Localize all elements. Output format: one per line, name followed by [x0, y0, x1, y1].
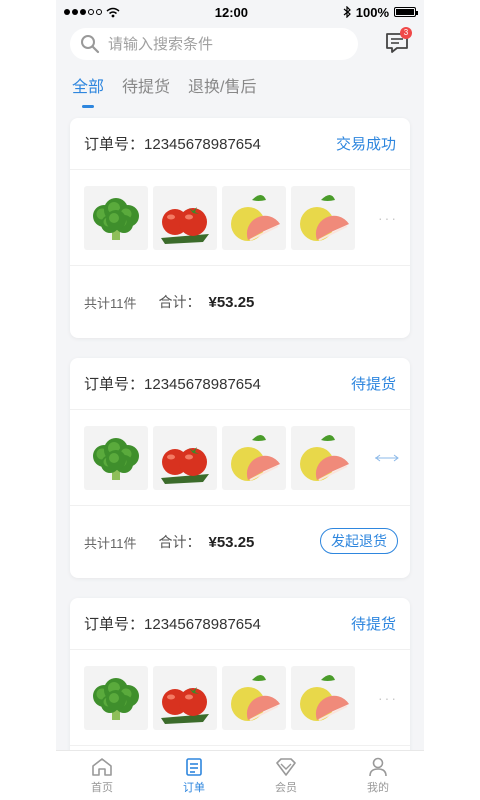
- broccoli-illustration: [93, 437, 139, 480]
- broccoli-illustration: [93, 197, 139, 240]
- tomato-illustration: [161, 686, 209, 724]
- order-footer: 共计11件 合计： ¥53.25: [70, 266, 410, 338]
- nav-label: 会员: [275, 781, 297, 794]
- order-status: 待提货: [350, 376, 396, 393]
- nav-member[interactable]: 会员: [240, 751, 332, 800]
- pomelo-illustration: [231, 194, 280, 241]
- pomelo-illustration: [231, 674, 280, 721]
- product-thumbnails[interactable]: ···: [70, 170, 410, 266]
- order-number: 订单号：12345678987654: [84, 376, 261, 393]
- product-image-broccoli[interactable]: [84, 185, 148, 250]
- order-tabs: 全部 待提货 退换/售后: [56, 72, 424, 112]
- order-status: 交易成功: [335, 136, 396, 153]
- search-icon: [81, 35, 100, 54]
- nav-profile[interactable]: 我的: [332, 751, 424, 800]
- pomelo-illustration: [231, 434, 280, 481]
- total-amount: ¥53.25: [208, 293, 255, 311]
- broccoli-illustration: [93, 677, 139, 720]
- more-products-icon[interactable]: ···: [378, 690, 398, 706]
- tomato-illustration: [161, 446, 209, 484]
- tab-returns[interactable]: 退换/售后: [188, 72, 256, 104]
- pomelo-illustration: [300, 434, 349, 481]
- product-image-broccoli[interactable]: [84, 665, 148, 730]
- signal-icon: [64, 9, 102, 15]
- order-card[interactable]: 订单号：12345678987654 交易成功 ··· 共计11件 合计： ¥5…: [70, 118, 410, 338]
- bottom-nav: 首页 订单 会员 我的: [56, 750, 424, 800]
- battery-area: 100%: [343, 4, 418, 20]
- item-count: 共计11件: [84, 295, 137, 311]
- item-count: 共计11件: [84, 535, 137, 551]
- battery-percent: 100%: [355, 4, 389, 20]
- nav-label: 首页: [91, 781, 113, 794]
- product-image-pomelo[interactable]: [222, 425, 286, 490]
- nav-label: 我的: [367, 781, 389, 794]
- status-bar: 12:00 100%: [56, 0, 424, 24]
- signal-area: [64, 7, 120, 18]
- tab-all[interactable]: 全部: [72, 72, 104, 104]
- nav-home[interactable]: 首页: [56, 751, 148, 800]
- wifi-icon: [106, 7, 120, 17]
- member-icon: [276, 757, 296, 776]
- outer-right-margin: [424, 0, 480, 800]
- outer-left-margin: [0, 0, 56, 800]
- order-footer: 共计11件 合计： ¥53.25 发起退货: [70, 506, 410, 578]
- clock: 12:00: [214, 4, 248, 20]
- search-box[interactable]: [70, 28, 358, 60]
- product-image-pomelo[interactable]: [222, 185, 286, 250]
- total-amount: ¥53.25: [208, 533, 255, 551]
- product-image-tomato[interactable]: [153, 425, 217, 490]
- product-image-tomato[interactable]: [153, 185, 217, 250]
- search-input[interactable]: [108, 35, 338, 53]
- product-image-pomelo[interactable]: [291, 665, 355, 730]
- product-image-pomelo[interactable]: [291, 185, 355, 250]
- tomato-illustration: [161, 206, 209, 244]
- order-card[interactable]: 订单号：12345678987654 待提货 共计11件 合计： ¥53.25 …: [70, 358, 410, 578]
- product-thumbnails[interactable]: [70, 410, 410, 506]
- pomelo-illustration: [300, 194, 349, 241]
- order-icon: [186, 757, 202, 776]
- order-header: 订单号：12345678987654 待提货: [70, 358, 410, 410]
- more-products-icon[interactable]: ···: [378, 210, 398, 226]
- initiate-return-button[interactable]: 发起退货: [320, 528, 398, 554]
- tab-pending-pickup[interactable]: 待提货: [122, 72, 170, 104]
- total-label: 合计：: [158, 534, 201, 550]
- pomelo-illustration: [300, 674, 349, 721]
- product-image-tomato[interactable]: [153, 665, 217, 730]
- order-header: 订单号：12345678987654 待提货: [70, 598, 410, 650]
- home-icon: [92, 757, 112, 776]
- order-number: 订单号：12345678987654: [84, 616, 261, 633]
- profile-icon: [369, 757, 387, 776]
- order-header: 订单号：12345678987654 交易成功: [70, 118, 410, 170]
- message-badge: 3: [400, 27, 412, 39]
- product-image-broccoli[interactable]: [84, 425, 148, 490]
- order-card[interactable]: 订单号：12345678987654 待提货 ···: [70, 598, 410, 758]
- battery-icon: [394, 7, 418, 17]
- order-status: 待提货: [350, 616, 396, 633]
- nav-label: 订单: [183, 781, 205, 794]
- header: 3: [56, 24, 424, 64]
- order-number: 订单号：12345678987654: [84, 136, 261, 153]
- bluetooth-icon: [343, 6, 351, 18]
- more-products-arrow-icon[interactable]: [374, 453, 400, 463]
- product-image-pomelo[interactable]: [291, 425, 355, 490]
- product-image-pomelo[interactable]: [222, 665, 286, 730]
- total-label: 合计：: [158, 294, 201, 310]
- product-thumbnails[interactable]: ···: [70, 650, 410, 746]
- nav-orders[interactable]: 订单: [148, 751, 240, 800]
